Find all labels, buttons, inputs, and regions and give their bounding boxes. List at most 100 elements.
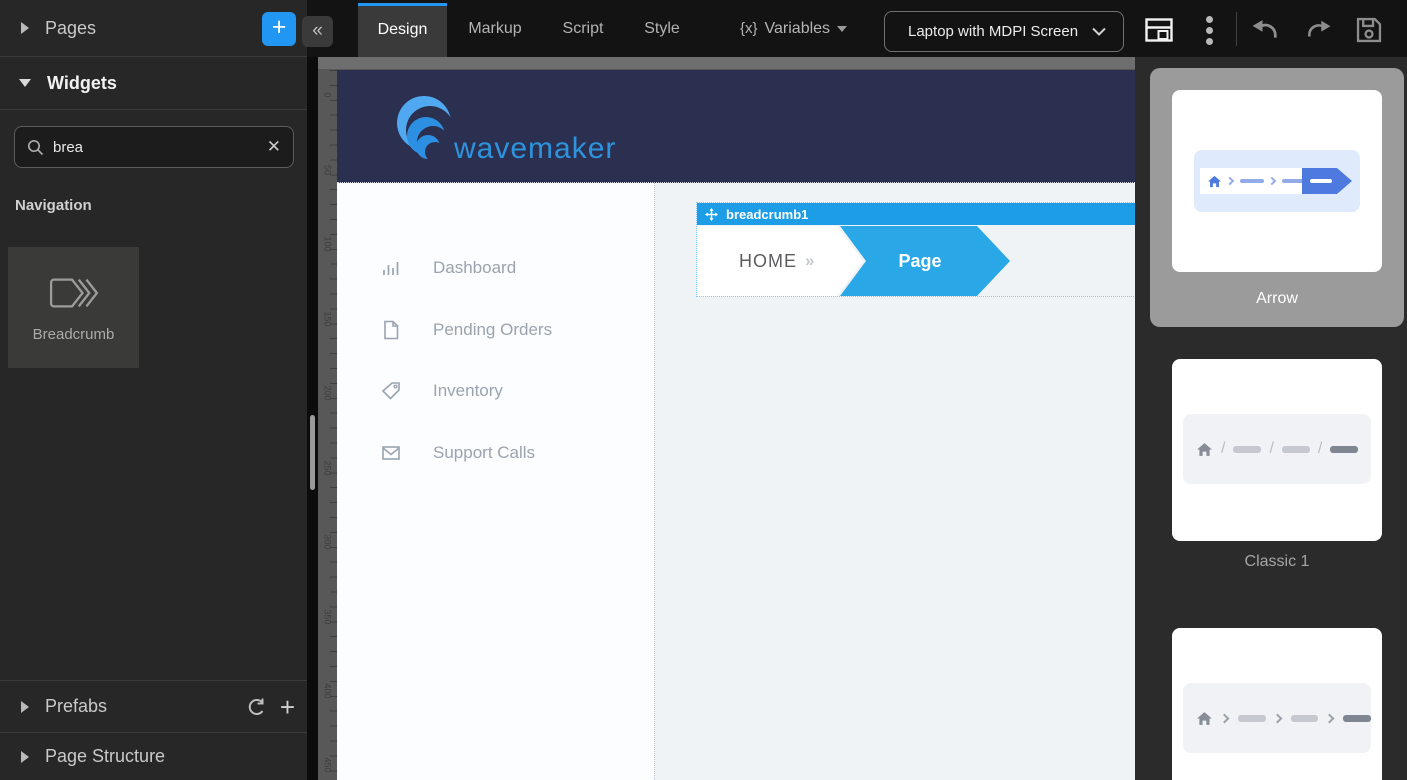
wavemaker-logo-icon <box>396 94 454 182</box>
sidebar-scrollbar-thumb[interactable] <box>310 415 315 490</box>
style-option-arrow[interactable]: Arrow <box>1150 68 1404 327</box>
layout-switch-button[interactable] <box>1142 14 1176 46</box>
breadcrumb-widget: HOME » Page <box>697 226 1135 296</box>
breadcrumb-tile-label: Breadcrumb <box>33 326 115 343</box>
tab-markup[interactable]: Markup <box>455 0 535 57</box>
ruler-label: 400 <box>323 683 333 700</box>
widget-category-label: Navigation <box>15 197 92 214</box>
breadcrumb-item-page[interactable]: Page <box>880 226 960 296</box>
nav-item-pending-orders[interactable]: Pending Orders <box>337 315 655 345</box>
tab-design[interactable]: Design <box>358 3 447 57</box>
pages-section-header[interactable]: Pages + <box>0 0 307 57</box>
style-option-arrow-preview[interactable] <box>1172 90 1382 272</box>
document-icon <box>380 319 402 341</box>
selected-widget-name: breadcrumb1 <box>726 207 808 222</box>
breadcrumb-item-home[interactable]: HOME <box>733 226 803 296</box>
vertical-ruler: 0 50 100 150 200 250 300 350 400 450 <box>318 70 337 780</box>
layout-icon <box>1145 18 1173 42</box>
expander-arrow-icon <box>21 751 29 763</box>
clear-search-icon[interactable]: ✕ <box>267 137 281 157</box>
nav-item-label: Dashboard <box>433 258 516 278</box>
crumb-placeholder <box>1282 446 1310 453</box>
tab-style[interactable]: Style <box>634 0 690 57</box>
home-icon <box>1196 711 1213 726</box>
ruler-label: 0 <box>323 87 333 104</box>
style-option-classic-1[interactable]: / / / <box>1172 359 1382 541</box>
ruler-label: 200 <box>323 385 333 402</box>
slash-separator-icon: / <box>1318 440 1322 458</box>
prefabs-section-header[interactable]: Prefabs + <box>0 680 307 733</box>
redo-button[interactable] <box>1301 14 1335 46</box>
toolbar-divider <box>1236 12 1237 46</box>
ruler-label: 350 <box>323 609 333 626</box>
move-icon <box>705 208 718 221</box>
widget-search-box: ✕ <box>14 126 294 168</box>
refresh-icon[interactable] <box>246 696 268 718</box>
brand-name: wavemaker <box>454 132 616 166</box>
slash-separator-icon: / <box>1221 440 1225 458</box>
home-icon <box>1207 175 1222 188</box>
tab-script[interactable]: Script <box>552 0 614 57</box>
ruler-label: 50 <box>323 162 333 179</box>
arrow-style-thumbnail <box>1194 150 1360 212</box>
chevron-right-icon <box>1226 177 1234 185</box>
arrow-cap-shape <box>1302 168 1352 194</box>
chevron-down-icon <box>1092 27 1106 36</box>
expander-arrow-icon <box>21 701 29 713</box>
ruler-label: 150 <box>323 311 333 328</box>
add-page-button[interactable]: + <box>262 12 296 46</box>
chevron-right-icon <box>1219 713 1229 723</box>
chevron-right-icon <box>1325 713 1335 723</box>
prefabs-label: Prefabs <box>45 696 107 717</box>
style-option-label: Classic 1 <box>1172 553 1382 571</box>
kebab-menu-icon <box>1206 16 1213 45</box>
horizontal-ruler <box>318 57 1135 70</box>
page-structure-section-header[interactable]: Page Structure <box>0 733 307 780</box>
nav-item-dashboard[interactable]: Dashboard <box>337 253 655 283</box>
widget-selection-handle[interactable]: breadcrumb1 <box>697 203 1135 225</box>
envelope-icon <box>380 442 402 464</box>
chevron-down-icon <box>837 26 847 32</box>
nav-item-label: Support Calls <box>433 443 535 463</box>
breadcrumb-widget-tile[interactable]: Breadcrumb <box>8 247 139 368</box>
ruler-label: 450 <box>323 757 333 774</box>
chevron-right-icon <box>1268 177 1276 185</box>
widgets-section-header[interactable]: Widgets <box>0 57 307 110</box>
bar-chart-icon <box>380 257 402 279</box>
nav-item-inventory[interactable]: Inventory <box>337 376 655 406</box>
collapse-sidebar-button[interactable]: « <box>302 16 333 47</box>
crumb-placeholder <box>1233 446 1261 453</box>
tag-icon <box>380 380 402 402</box>
style-option-classic-2[interactable] <box>1172 628 1382 780</box>
classic2-style-thumbnail <box>1183 683 1371 753</box>
crumb-placeholder-active <box>1343 715 1371 722</box>
studio-left-sidebar: Pages + Widgets ✕ Navigation Breadcrumb <box>0 0 307 780</box>
page-structure-label: Page Structure <box>45 746 165 767</box>
crumb-placeholder <box>1238 715 1266 722</box>
home-icon <box>1196 442 1213 457</box>
ruler-label: 300 <box>323 534 333 551</box>
expander-arrow-icon <box>19 79 31 87</box>
variables-dropdown[interactable]: {x} Variables <box>740 0 847 57</box>
save-button[interactable] <box>1352 14 1386 46</box>
search-icon <box>27 139 44 156</box>
classic1-style-thumbnail: / / / <box>1183 414 1371 484</box>
design-canvas: wavemaker Dashboard Pending Orders <box>337 70 1135 780</box>
undo-icon <box>1250 16 1282 44</box>
nav-item-support-calls[interactable]: Support Calls <box>337 438 655 468</box>
crumb-placeholder <box>1240 179 1264 183</box>
expander-arrow-icon <box>21 22 29 34</box>
device-preview-value: Laptop with MDPI Screen <box>908 23 1078 40</box>
slash-separator-icon: / <box>1269 440 1273 458</box>
crumb-placeholder-active <box>1330 446 1358 453</box>
add-prefab-button[interactable]: + <box>280 696 295 718</box>
chevron-right-icon <box>1272 713 1282 723</box>
widget-search-input[interactable] <box>53 139 258 156</box>
undo-button[interactable] <box>1249 14 1283 46</box>
crumb-placeholder <box>1291 715 1319 722</box>
device-preview-select[interactable]: Laptop with MDPI Screen <box>884 11 1124 52</box>
app-header-bar: wavemaker <box>337 70 1135 183</box>
more-options-button[interactable] <box>1192 14 1226 46</box>
ruler-label: 250 <box>323 460 333 477</box>
widgets-label: Widgets <box>47 73 117 94</box>
